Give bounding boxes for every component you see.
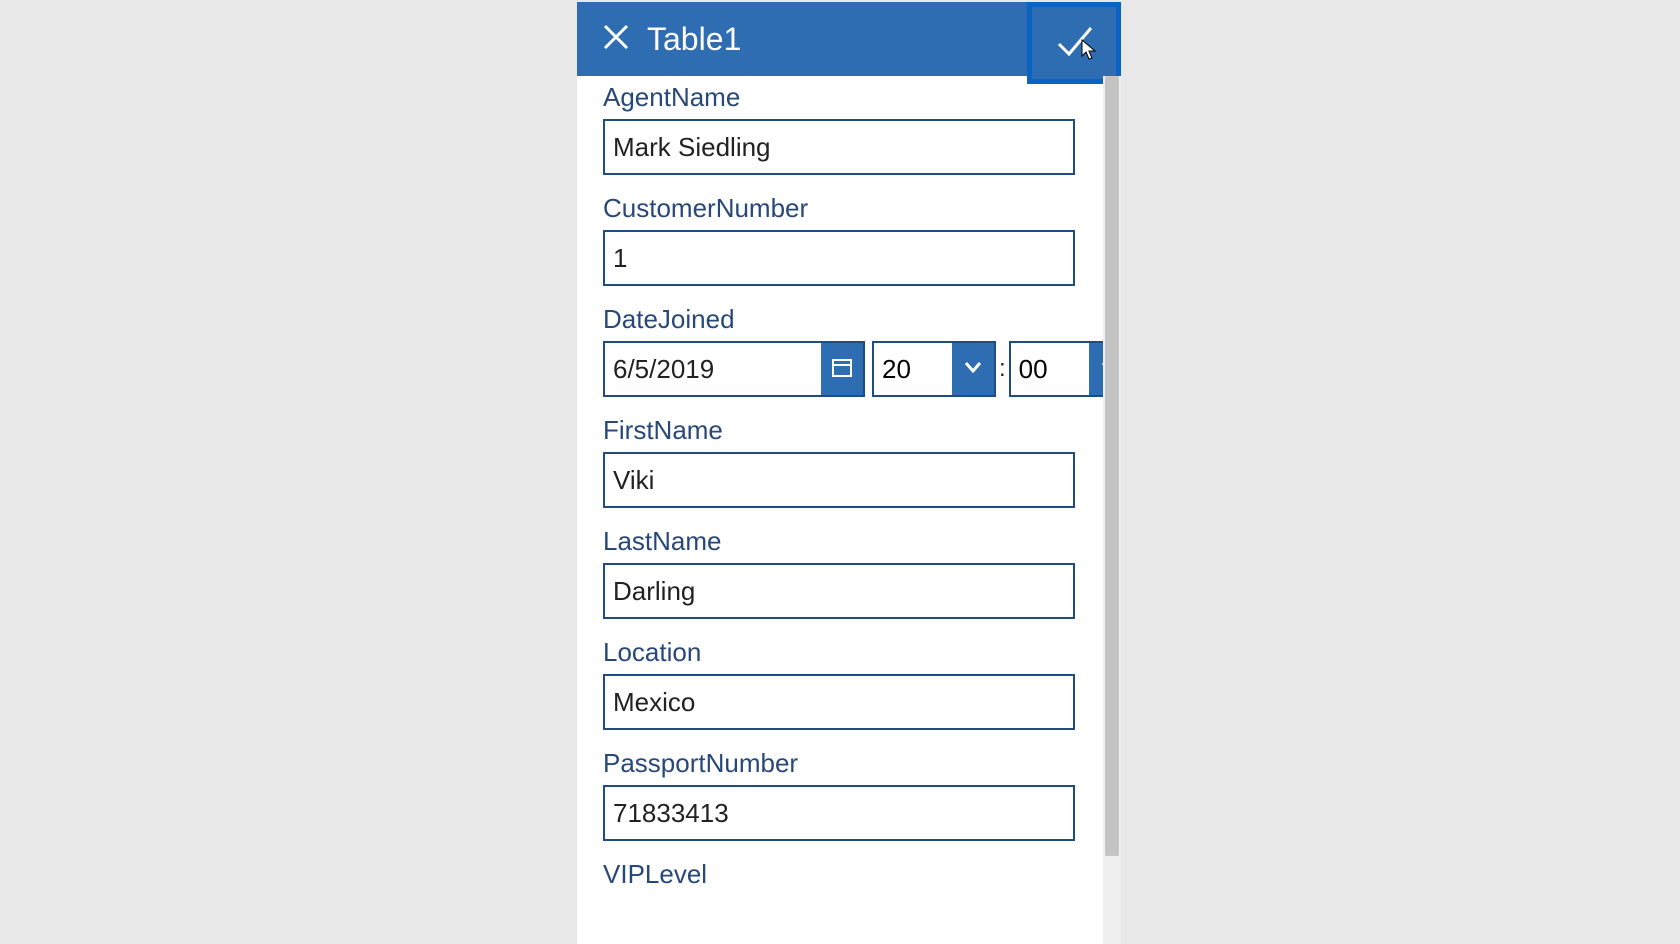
chevron-down-icon	[962, 356, 984, 383]
input-agentname[interactable]	[603, 119, 1075, 175]
form-body: AgentName CustomerNumber DateJoined 6/5/…	[577, 76, 1121, 944]
close-button[interactable]	[591, 14, 641, 64]
label-lastname: LastName	[603, 526, 1075, 557]
datejoined-row: 6/5/2019 20	[603, 341, 1075, 397]
input-firstname[interactable]	[603, 452, 1075, 508]
calendar-icon	[831, 356, 853, 383]
field-agentname: AgentName	[577, 82, 1101, 193]
close-icon	[601, 22, 631, 57]
field-viplevel: VIPLevel	[577, 859, 1101, 890]
input-lastname[interactable]	[603, 563, 1075, 619]
field-location: Location	[577, 637, 1101, 748]
form-header: Table1	[577, 2, 1121, 76]
calendar-button[interactable]	[821, 343, 863, 395]
input-location[interactable]	[603, 674, 1075, 730]
form-panel: Table1 AgentName	[577, 2, 1121, 944]
date-picker[interactable]: 6/5/2019	[603, 341, 865, 397]
label-location: Location	[603, 637, 1075, 668]
field-firstname: FirstName	[577, 415, 1101, 526]
label-datejoined: DateJoined	[603, 304, 1075, 335]
label-agentname: AgentName	[603, 82, 1075, 113]
confirm-button[interactable]	[1027, 2, 1121, 84]
scrollbar-thumb[interactable]	[1105, 76, 1119, 856]
form-title: Table1	[647, 21, 741, 58]
field-passportnumber: PassportNumber	[577, 748, 1101, 859]
label-firstname: FirstName	[603, 415, 1075, 446]
field-datejoined: DateJoined 6/5/2019	[577, 304, 1101, 415]
checkmark-icon	[1051, 18, 1097, 69]
input-customernumber[interactable]	[603, 230, 1075, 286]
date-value: 6/5/2019	[605, 343, 821, 395]
hour-value: 20	[874, 343, 952, 395]
scrollbar[interactable]	[1103, 76, 1121, 944]
time-separator: :	[999, 341, 1006, 397]
form-scroll: AgentName CustomerNumber DateJoined 6/5/…	[577, 76, 1101, 944]
hour-dropdown-button[interactable]	[952, 343, 994, 395]
app-stage: Table1 AgentName	[0, 0, 1680, 944]
label-viplevel: VIPLevel	[603, 859, 1075, 890]
field-lastname: LastName	[577, 526, 1101, 637]
minute-value: 00	[1011, 343, 1089, 395]
label-passportnumber: PassportNumber	[603, 748, 1075, 779]
field-customernumber: CustomerNumber	[577, 193, 1101, 304]
hour-picker[interactable]: 20	[872, 341, 996, 397]
input-passportnumber[interactable]	[603, 785, 1075, 841]
label-customernumber: CustomerNumber	[603, 193, 1075, 224]
